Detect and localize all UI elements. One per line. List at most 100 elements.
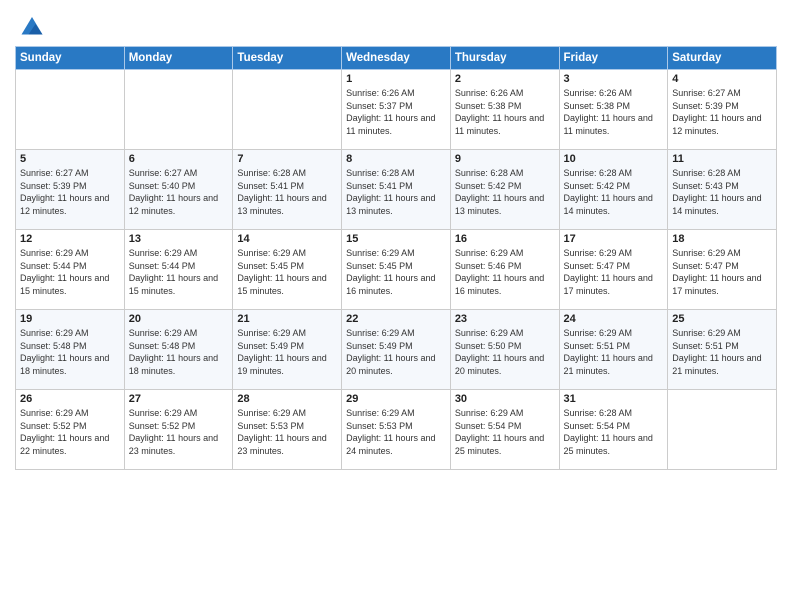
day-info: Sunrise: 6:29 AM Sunset: 5:52 PM Dayligh… (129, 407, 229, 457)
day-number: 20 (129, 313, 229, 325)
day-number: 16 (455, 233, 555, 245)
page: SundayMondayTuesdayWednesdayThursdayFrid… (0, 0, 792, 612)
day-number: 29 (346, 393, 446, 405)
logo-icon (18, 10, 46, 38)
calendar-cell: 10 Sunrise: 6:28 AM Sunset: 5:42 PM Dayli… (559, 150, 668, 230)
calendar-cell: 28Sunrise: 6:29 AM Sunset: 5:53 PM Dayli… (233, 390, 342, 470)
day-info: Sunrise: 6:29 AM Sunset: 5:44 PM Dayligh… (129, 247, 229, 297)
day-info: Sunrise: 6:28 AM Sunset: 5:42 PM Dayligh… (564, 167, 664, 217)
day-number: 5 (20, 153, 120, 165)
calendar-header-tuesday: Tuesday (233, 47, 342, 70)
day-info: Sunrise: 6:29 AM Sunset: 5:51 PM Dayligh… (564, 327, 664, 377)
calendar-cell: 16 Sunrise: 6:29 AM Sunset: 5:46 PM Dayli… (450, 230, 559, 310)
day-info: Sunrise: 6:29 AM Sunset: 5:47 PM Dayligh… (564, 247, 664, 297)
calendar-header-friday: Friday (559, 47, 668, 70)
calendar-header-thursday: Thursday (450, 47, 559, 70)
calendar-week-2: 5 Sunrise: 6:27 AM Sunset: 5:39 PM Daylig… (16, 150, 777, 230)
day-info: Sunrise: 6:28 AM Sunset: 5:41 PM Dayligh… (346, 167, 446, 217)
day-number: 11 (672, 153, 772, 165)
day-number: 18 (672, 233, 772, 245)
day-info: Sunrise: 6:29 AM Sunset: 5:51 PM Dayligh… (672, 327, 772, 377)
calendar-cell: 12 Sunrise: 6:29 AM Sunset: 5:44 PM Dayli… (16, 230, 125, 310)
day-info: Sunrise: 6:26 AM Sunset: 5:38 PM Dayligh… (455, 87, 555, 137)
calendar-cell: 31Sunrise: 6:28 AM Sunset: 5:54 PM Dayli… (559, 390, 668, 470)
day-number: 4 (672, 73, 772, 85)
calendar-cell: 14 Sunrise: 6:29 AM Sunset: 5:45 PM Dayli… (233, 230, 342, 310)
day-number: 31 (564, 393, 664, 405)
day-info: Sunrise: 6:28 AM Sunset: 5:43 PM Dayligh… (672, 167, 772, 217)
calendar-cell (124, 70, 233, 150)
day-info: Sunrise: 6:29 AM Sunset: 5:48 PM Dayligh… (129, 327, 229, 377)
calendar-week-5: 26Sunrise: 6:29 AM Sunset: 5:52 PM Dayli… (16, 390, 777, 470)
calendar-cell: 19Sunrise: 6:29 AM Sunset: 5:48 PM Dayli… (16, 310, 125, 390)
day-info: Sunrise: 6:29 AM Sunset: 5:47 PM Dayligh… (672, 247, 772, 297)
day-number: 1 (346, 73, 446, 85)
day-info: Sunrise: 6:26 AM Sunset: 5:37 PM Dayligh… (346, 87, 446, 137)
day-info: Sunrise: 6:29 AM Sunset: 5:45 PM Dayligh… (346, 247, 446, 297)
day-number: 23 (455, 313, 555, 325)
calendar-cell: 29 Sunrise: 6:29 AM Sunset: 5:53 PM Dayli… (342, 390, 451, 470)
calendar-cell: 11 Sunrise: 6:28 AM Sunset: 5:43 PM Dayli… (668, 150, 777, 230)
calendar-cell: 8 Sunrise: 6:28 AM Sunset: 5:41 PM Daylig… (342, 150, 451, 230)
day-number: 28 (237, 393, 337, 405)
day-info: Sunrise: 6:29 AM Sunset: 5:44 PM Dayligh… (20, 247, 120, 297)
day-info: Sunrise: 6:29 AM Sunset: 5:52 PM Dayligh… (20, 407, 120, 457)
calendar-cell: 23 Sunrise: 6:29 AM Sunset: 5:50 PM Dayli… (450, 310, 559, 390)
calendar-cell: 1 Sunrise: 6:26 AM Sunset: 5:37 PM Daylig… (342, 70, 451, 150)
calendar-cell: 2Sunrise: 6:26 AM Sunset: 5:38 PM Daylig… (450, 70, 559, 150)
day-info: Sunrise: 6:28 AM Sunset: 5:42 PM Dayligh… (455, 167, 555, 217)
day-number: 22 (346, 313, 446, 325)
calendar-cell: 5 Sunrise: 6:27 AM Sunset: 5:39 PM Daylig… (16, 150, 125, 230)
header (15, 10, 777, 38)
calendar-cell: 18 Sunrise: 6:29 AM Sunset: 5:47 PM Dayli… (668, 230, 777, 310)
day-info: Sunrise: 6:29 AM Sunset: 5:53 PM Dayligh… (346, 407, 446, 457)
day-info: Sunrise: 6:26 AM Sunset: 5:38 PM Dayligh… (564, 87, 664, 137)
day-info: Sunrise: 6:27 AM Sunset: 5:40 PM Dayligh… (129, 167, 229, 217)
calendar-header-wednesday: Wednesday (342, 47, 451, 70)
calendar-week-4: 19Sunrise: 6:29 AM Sunset: 5:48 PM Dayli… (16, 310, 777, 390)
calendar-cell: 25Sunrise: 6:29 AM Sunset: 5:51 PM Dayli… (668, 310, 777, 390)
calendar-week-3: 12 Sunrise: 6:29 AM Sunset: 5:44 PM Dayli… (16, 230, 777, 310)
calendar-cell: 4Sunrise: 6:27 AM Sunset: 5:39 PM Daylig… (668, 70, 777, 150)
day-info: Sunrise: 6:27 AM Sunset: 5:39 PM Dayligh… (20, 167, 120, 217)
calendar-header-sunday: Sunday (16, 47, 125, 70)
day-number: 7 (237, 153, 337, 165)
day-info: Sunrise: 6:29 AM Sunset: 5:48 PM Dayligh… (20, 327, 120, 377)
day-number: 8 (346, 153, 446, 165)
calendar-cell: 20 Sunrise: 6:29 AM Sunset: 5:48 PM Dayli… (124, 310, 233, 390)
day-info: Sunrise: 6:29 AM Sunset: 5:50 PM Dayligh… (455, 327, 555, 377)
day-number: 10 (564, 153, 664, 165)
day-number: 12 (20, 233, 120, 245)
day-info: Sunrise: 6:29 AM Sunset: 5:46 PM Dayligh… (455, 247, 555, 297)
day-number: 14 (237, 233, 337, 245)
calendar-cell (668, 390, 777, 470)
day-number: 3 (564, 73, 664, 85)
calendar-cell: 22 Sunrise: 6:29 AM Sunset: 5:49 PM Dayli… (342, 310, 451, 390)
day-info: Sunrise: 6:29 AM Sunset: 5:45 PM Dayligh… (237, 247, 337, 297)
day-number: 24 (564, 313, 664, 325)
day-number: 21 (237, 313, 337, 325)
calendar-cell: 27 Sunrise: 6:29 AM Sunset: 5:52 PM Dayli… (124, 390, 233, 470)
calendar-cell: 17 Sunrise: 6:29 AM Sunset: 5:47 PM Dayli… (559, 230, 668, 310)
calendar-cell (233, 70, 342, 150)
day-info: Sunrise: 6:28 AM Sunset: 5:41 PM Dayligh… (237, 167, 337, 217)
day-number: 27 (129, 393, 229, 405)
calendar-cell: 6 Sunrise: 6:27 AM Sunset: 5:40 PM Daylig… (124, 150, 233, 230)
calendar-header-monday: Monday (124, 47, 233, 70)
day-number: 13 (129, 233, 229, 245)
day-number: 6 (129, 153, 229, 165)
calendar-cell: 21 Sunrise: 6:29 AM Sunset: 5:49 PM Dayli… (233, 310, 342, 390)
calendar-cell: 15Sunrise: 6:29 AM Sunset: 5:45 PM Dayli… (342, 230, 451, 310)
calendar-header-saturday: Saturday (668, 47, 777, 70)
calendar-week-1: 1 Sunrise: 6:26 AM Sunset: 5:37 PM Daylig… (16, 70, 777, 150)
calendar-cell: 7 Sunrise: 6:28 AM Sunset: 5:41 PM Daylig… (233, 150, 342, 230)
day-number: 17 (564, 233, 664, 245)
day-number: 30 (455, 393, 555, 405)
day-info: Sunrise: 6:29 AM Sunset: 5:49 PM Dayligh… (237, 327, 337, 377)
calendar-table: SundayMondayTuesdayWednesdayThursdayFrid… (15, 46, 777, 470)
calendar-cell: 24 Sunrise: 6:29 AM Sunset: 5:51 PM Dayli… (559, 310, 668, 390)
calendar-cell: 13 Sunrise: 6:29 AM Sunset: 5:44 PM Dayli… (124, 230, 233, 310)
logo (15, 10, 46, 38)
calendar-header-row: SundayMondayTuesdayWednesdayThursdayFrid… (16, 47, 777, 70)
day-info: Sunrise: 6:29 AM Sunset: 5:49 PM Dayligh… (346, 327, 446, 377)
